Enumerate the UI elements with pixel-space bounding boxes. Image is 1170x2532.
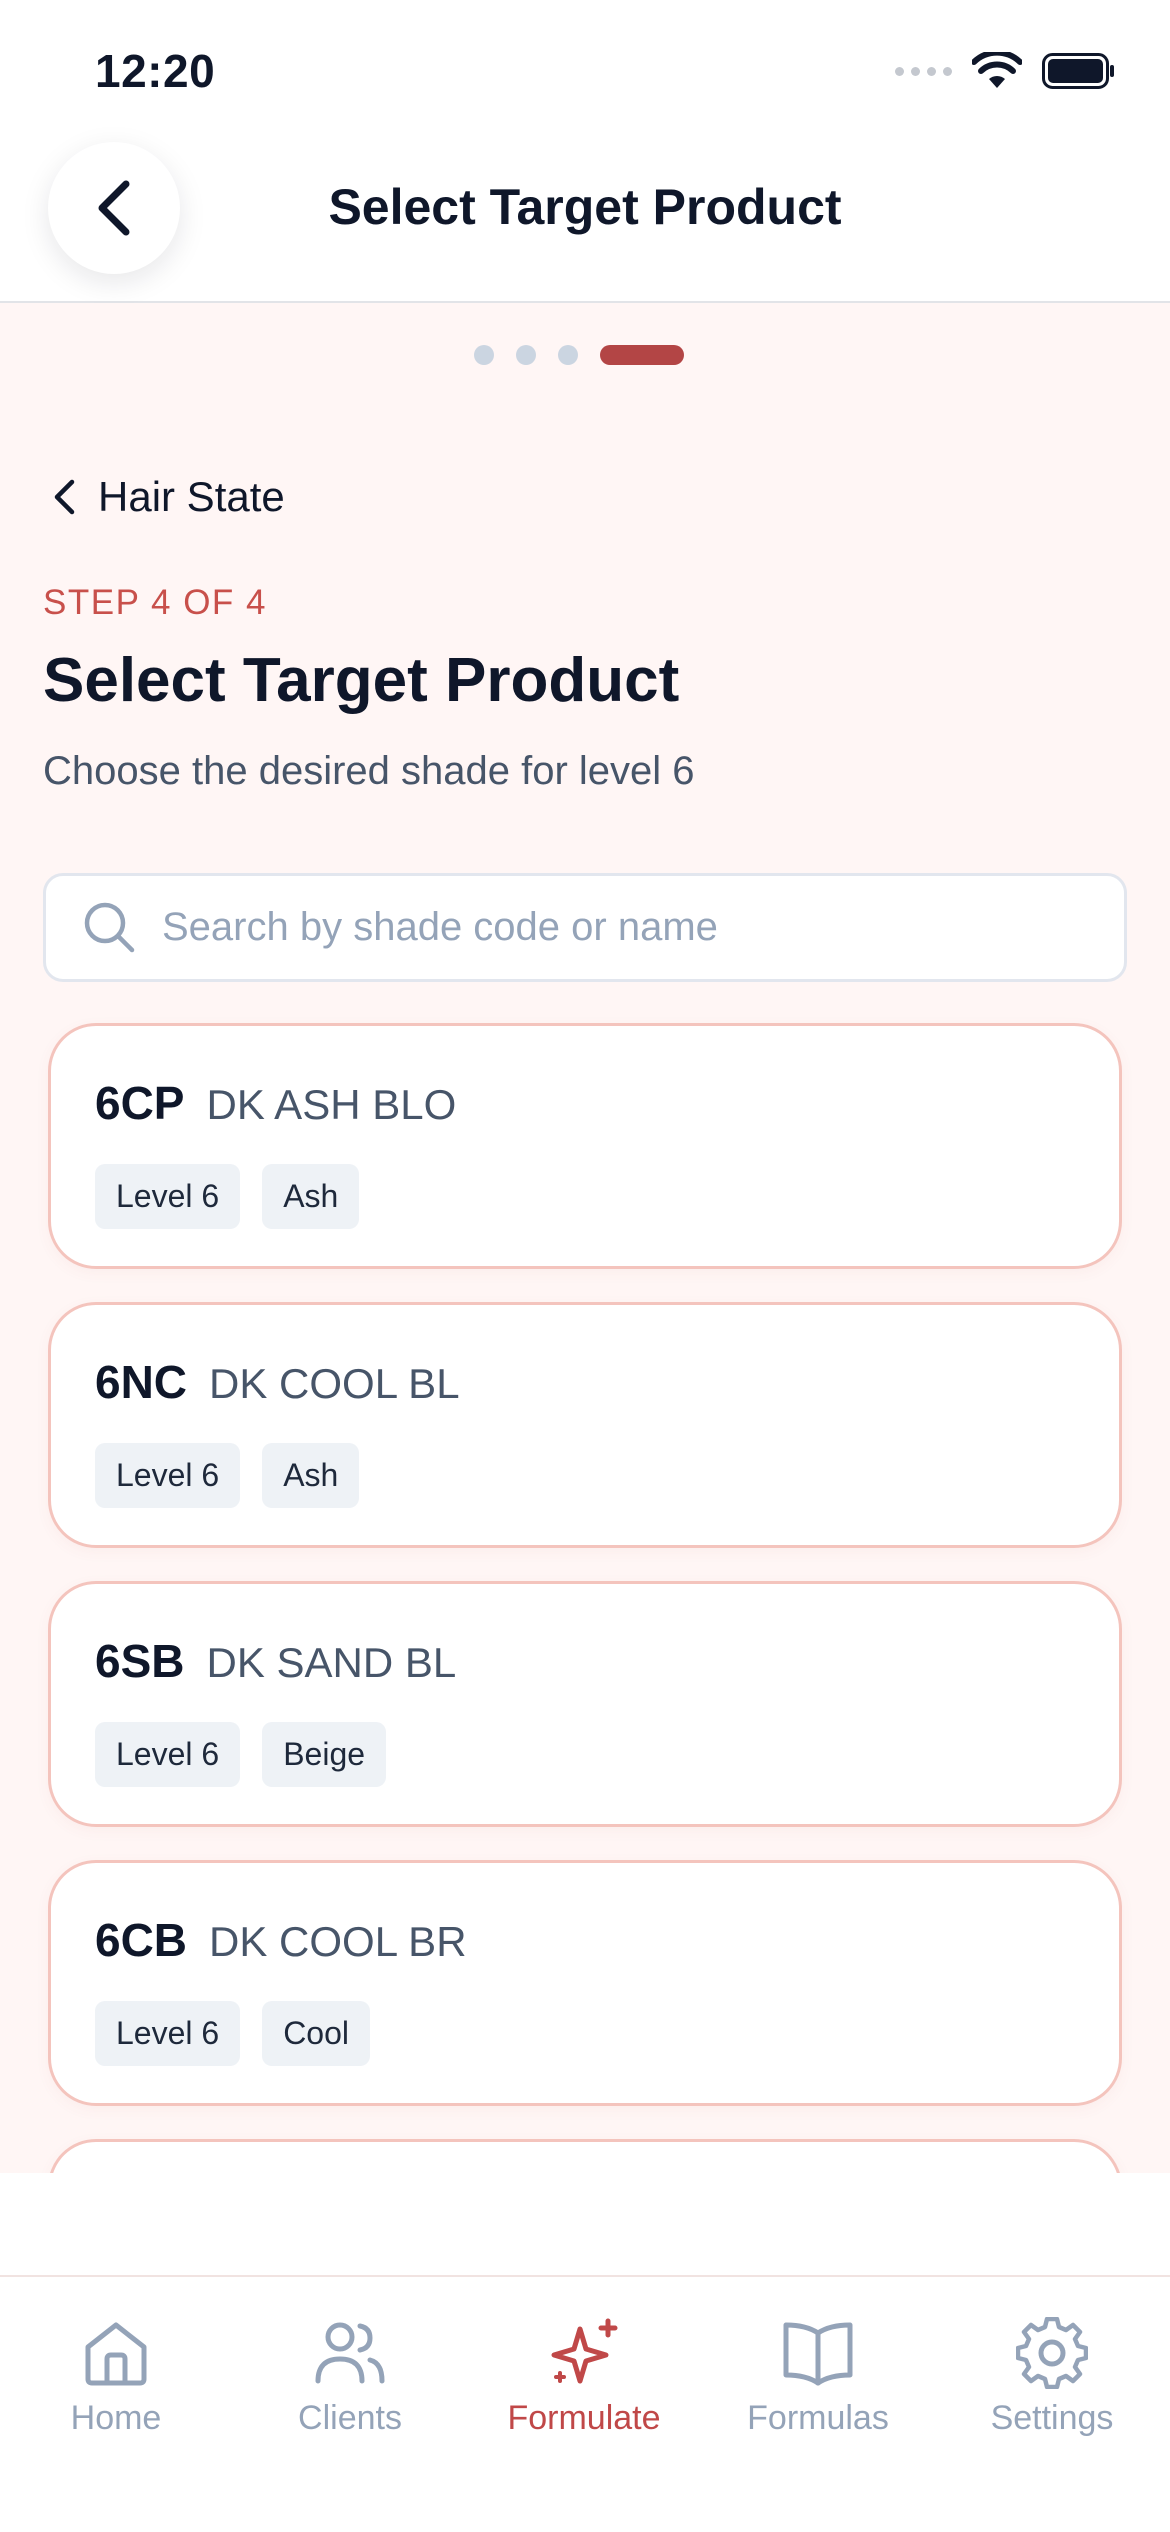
- status-bar: 12:20: [0, 0, 1170, 130]
- search-input[interactable]: [162, 905, 1062, 950]
- page-subtitle: Choose the desired shade for level 6: [43, 749, 695, 793]
- product-card[interactable]: 6CP DK ASH BLO Level 6 Ash: [48, 1023, 1122, 1269]
- product-card[interactable]: 6NC DK COOL BL Level 6 Ash: [48, 1302, 1122, 1548]
- product-name: DK ASH BLO: [206, 1081, 457, 1128]
- tone-tag: Cool: [262, 2001, 370, 2066]
- progress-dot-2: [516, 345, 536, 365]
- cellular-signal-icon: [895, 66, 952, 76]
- content-area: Hair State STEP 4 OF 4 Select Target Pro…: [0, 303, 1170, 2173]
- page-title: Select Target Product: [43, 646, 680, 715]
- product-name: DK SAND BL: [206, 1639, 457, 1686]
- back-link-label: Hair State: [98, 473, 285, 520]
- level-tag: Level 6: [95, 2001, 241, 2066]
- tab-label: Formulate: [507, 2399, 661, 2437]
- product-card[interactable]: 6CB DK COOL BR Level 6 Cool: [48, 1860, 1122, 2106]
- tab-label: Home: [70, 2399, 162, 2437]
- product-code: 6CP: [95, 1077, 185, 1129]
- progress-dot-4-active: [600, 345, 684, 365]
- tab-home[interactable]: Home: [6, 2317, 226, 2438]
- tab-label: Clients: [298, 2399, 402, 2437]
- tab-formulate[interactable]: Formulate: [474, 2317, 694, 2438]
- tone-tag: Ash: [262, 1443, 360, 1508]
- tab-bar: Home Clients Formulate Formulas Settings: [0, 2275, 1170, 2532]
- search-icon: [84, 902, 135, 952]
- product-card-partial[interactable]: [48, 2139, 1122, 2173]
- users-icon: [315, 2322, 385, 2384]
- tab-formulas[interactable]: Formulas: [708, 2317, 928, 2438]
- level-tag: Level 6: [95, 1722, 241, 1787]
- chevron-left-icon: [54, 479, 75, 515]
- level-tag: Level 6: [95, 1164, 241, 1229]
- product-code: 6SB: [95, 1635, 185, 1687]
- header-title: Select Target Product: [328, 179, 842, 235]
- step-progress-indicator: [0, 345, 1164, 365]
- tab-settings[interactable]: Settings: [942, 2317, 1162, 2438]
- product-card[interactable]: 6SB DK SAND BL Level 6 Beige: [48, 1581, 1122, 1827]
- tone-tag: Beige: [262, 1722, 387, 1787]
- product-code: 6CB: [95, 1914, 188, 1966]
- tone-tag: Ash: [262, 1164, 360, 1229]
- product-code: 6NC: [95, 1356, 188, 1408]
- progress-dot-1: [474, 345, 494, 365]
- home-icon: [85, 2322, 147, 2386]
- back-link-hair-state[interactable]: Hair State: [52, 473, 285, 521]
- gear-icon: [1016, 2317, 1088, 2389]
- tab-label: Settings: [990, 2399, 1114, 2437]
- product-list: 6CP DK ASH BLO Level 6 Ash 6NC DK COOL B…: [48, 1023, 1122, 2173]
- screen: 12:20 Select Target Product Hair State S…: [0, 0, 1170, 2532]
- tab-clients[interactable]: Clients: [240, 2317, 460, 2438]
- status-time: 12:20: [95, 45, 216, 97]
- product-name: DK COOL BR: [209, 1918, 467, 1965]
- search-box: [43, 873, 1127, 982]
- sparkles-icon: [551, 2318, 618, 2384]
- tab-label: Formulas: [747, 2399, 889, 2437]
- battery-icon: [1042, 53, 1114, 89]
- level-tag: Level 6: [95, 1443, 241, 1508]
- progress-dot-3: [558, 345, 578, 365]
- step-label: STEP 4 OF 4: [43, 583, 267, 622]
- book-icon: [783, 2322, 853, 2386]
- nav-header: Select Target Product: [0, 130, 1170, 303]
- wifi-icon: [972, 52, 1022, 88]
- status-icons: [895, 52, 1116, 90]
- product-name: DK COOL BL: [209, 1360, 460, 1407]
